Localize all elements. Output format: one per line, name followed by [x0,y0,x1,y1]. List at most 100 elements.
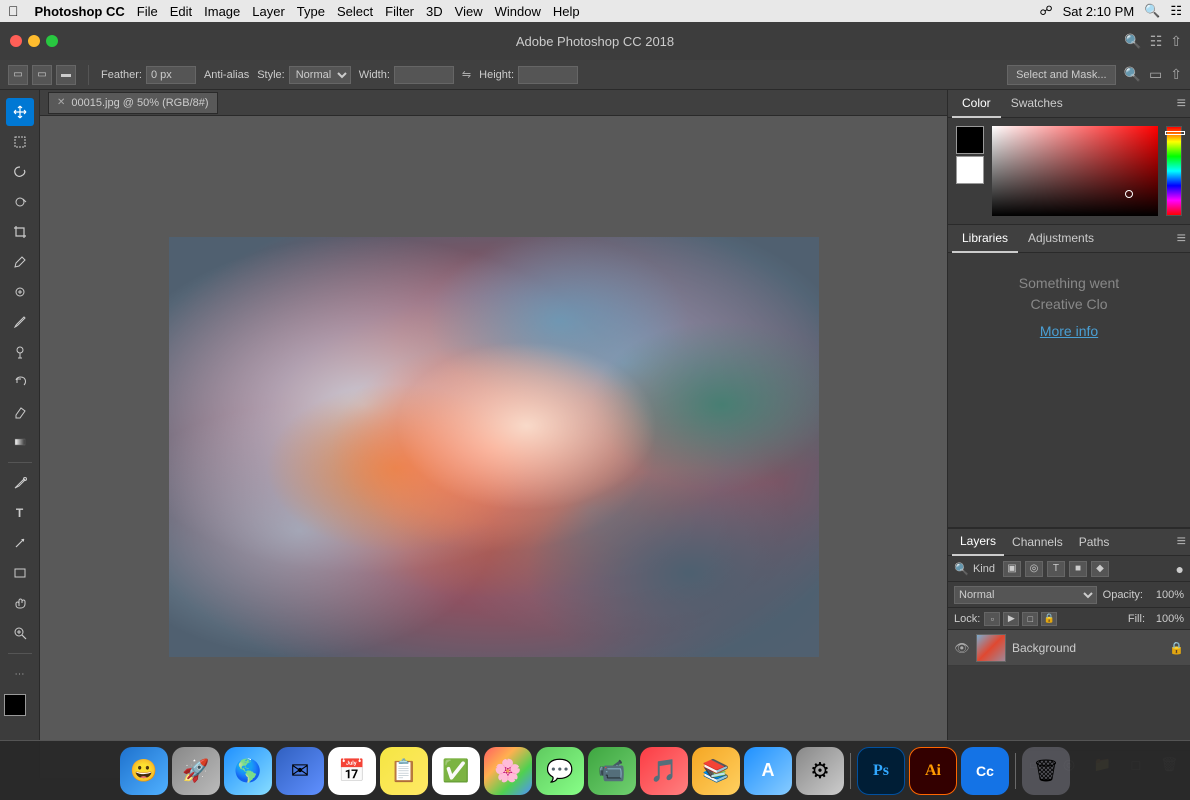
document-tab[interactable]: ✕ 00015.jpg @ 50% (RGB/8#) [48,92,218,114]
libraries-panel-menu[interactable]: ≡ [1177,230,1186,248]
rect-marquee-icon[interactable]: ▭ [8,65,28,85]
width-input[interactable] [394,66,454,84]
height-input[interactable] [518,66,578,84]
zoom-tool[interactable] [6,619,34,647]
lock-pixels-icon[interactable]: ▫ [984,612,1000,626]
search-icon[interactable]: 🔍 [1124,33,1141,50]
tab-libraries[interactable]: Libraries [952,225,1018,253]
dock-safari[interactable]: 🌎 [224,747,272,795]
tab-close[interactable]: ✕ [57,97,65,108]
quick-selection-tool[interactable] [6,188,34,216]
history-brush-tool[interactable] [6,368,34,396]
menu-image[interactable]: Image [204,4,240,19]
dock-illustrator[interactable]: Ai [909,747,957,795]
dock-facetime[interactable]: 📹 [588,747,636,795]
close-button[interactable] [10,35,22,47]
color-panel-menu[interactable]: ≡ [1177,95,1186,113]
maximize-button[interactable] [46,35,58,47]
dock-mail[interactable]: ✉ [276,747,324,795]
tab-paths[interactable]: Paths [1071,528,1118,556]
spot-healing-tool[interactable] [6,278,34,306]
blend-mode-select[interactable]: Normal [954,586,1097,604]
view-icon[interactable]: ▭ [1149,66,1162,83]
menu-window[interactable]: Window [495,4,541,19]
tab-channels[interactable]: Channels [1004,528,1071,556]
list-item[interactable]: 👁 Background 🔒 [948,630,1190,666]
menu-help[interactable]: Help [553,4,580,19]
tab-color[interactable]: Color [952,90,1001,118]
lock-artboard-icon[interactable]: □ [1022,612,1038,626]
foreground-color[interactable] [4,694,26,716]
dock-appstore[interactable]: A [744,747,792,795]
dock-finder[interactable]: 😀 [120,747,168,795]
tab-swatches[interactable]: Swatches [1001,90,1073,118]
single-row-icon[interactable]: ▬ [56,65,76,85]
foreground-swatch[interactable] [956,126,984,154]
dock-reminders[interactable]: ✅ [432,747,480,795]
extra-tools[interactable]: ⋯ [6,660,34,688]
marquee-tool[interactable] [6,128,34,156]
pen-tool[interactable] [6,469,34,497]
color-gradient[interactable] [992,126,1158,216]
dock-trash[interactable]: 🗑 [1022,747,1070,795]
arrange-icon[interactable]: ☷ [1150,33,1163,50]
tab-adjustments[interactable]: Adjustments [1018,225,1104,253]
filter-shape-icon[interactable]: ■ [1069,561,1087,577]
dock-sysprefs[interactable]: ⚙ [796,747,844,795]
menu-3d[interactable]: 3D [426,4,443,19]
select-mask-button[interactable]: Select and Mask... [1007,65,1116,85]
menu-filter[interactable]: Filter [385,4,414,19]
stamp-tool[interactable] [6,338,34,366]
gradient-tool[interactable] [6,428,34,456]
dock-ibooks[interactable]: 📚 [692,747,740,795]
dock-messages[interactable]: 💬 [536,747,584,795]
layer-visibility-toggle[interactable]: 👁 [954,641,970,655]
menu-select[interactable]: Select [337,4,373,19]
lasso-tool[interactable] [6,158,34,186]
share-icon[interactable]: ⇧ [1170,33,1182,50]
menu-edit[interactable]: Edit [170,4,192,19]
move-tool[interactable] [6,98,34,126]
control-icon[interactable]: ☷ [1170,3,1182,19]
dock-notes[interactable]: 📋 [380,747,428,795]
feather-input[interactable] [146,66,196,84]
minimize-button[interactable] [28,35,40,47]
filter-type-icon[interactable]: T [1047,561,1065,577]
crop-tool[interactable] [6,218,34,246]
rectangle-tool[interactable] [6,559,34,587]
filter-toggle[interactable]: ● [1176,561,1184,577]
search-icon[interactable]: 🔍 [1144,3,1160,19]
text-tool[interactable]: T [6,499,34,527]
style-select[interactable]: Normal [289,66,351,84]
menu-view[interactable]: View [455,4,483,19]
dock-launchpad[interactable]: 🚀 [172,747,220,795]
search-icon[interactable]: 🔍 [1124,66,1141,83]
filter-smart-icon[interactable]: ◆ [1091,561,1109,577]
lock-position-icon[interactable]: ▶ [1003,612,1019,626]
hand-tool[interactable] [6,589,34,617]
dock-calendar[interactable]: 📅 [328,747,376,795]
tab-layers[interactable]: Layers [952,528,1004,556]
dock-itunes[interactable]: 🎵 [640,747,688,795]
swap-icon[interactable]: ⇋ [462,68,471,81]
dock-adobe-cc[interactable]: Cc [961,747,1009,795]
menu-type[interactable]: Type [297,4,325,19]
layers-panel-menu[interactable]: ≡ [1177,533,1186,551]
dock-photoshop[interactable]: Ps [857,747,905,795]
brush-tool[interactable] [6,308,34,336]
hue-bar[interactable] [1166,126,1182,216]
filter-pixel-icon[interactable]: ▣ [1003,561,1021,577]
share-icon[interactable]: ⇧ [1170,66,1182,83]
path-selection-tool[interactable] [6,529,34,557]
menu-layer[interactable]: Layer [252,4,285,19]
eyedropper-tool[interactable] [6,248,34,276]
eraser-tool[interactable] [6,398,34,426]
ellipse-marquee-icon[interactable]: ▭ [32,65,52,85]
menu-file[interactable]: File [137,4,158,19]
libraries-more-info-link[interactable]: More info [1040,323,1098,339]
lock-all-icon[interactable]: 🔒 [1041,612,1057,626]
filter-adjust-icon[interactable]: ◎ [1025,561,1043,577]
canvas-image[interactable] [169,237,819,657]
dock-photos[interactable]: 🌸 [484,747,532,795]
apple-logo[interactable]:  [8,3,19,19]
